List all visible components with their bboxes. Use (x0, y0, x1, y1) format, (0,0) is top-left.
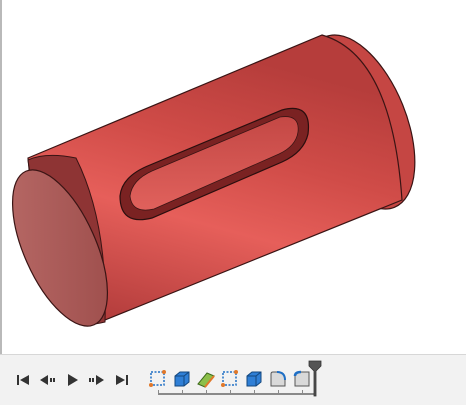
timeline-tick (302, 390, 303, 395)
cylinder-model[interactable] (0, 0, 466, 354)
skip-start-icon[interactable] (13, 370, 33, 390)
extrude-icon[interactable] (171, 368, 193, 390)
timeline-tick (278, 390, 279, 395)
viewport-border (0, 0, 2, 354)
timeline-tick (158, 390, 159, 395)
sketch-icon[interactable] (147, 368, 169, 390)
skip-end-icon[interactable] (112, 370, 132, 390)
play-icon[interactable] (62, 370, 82, 390)
timeline-tick (206, 390, 207, 395)
timeline-tick (182, 390, 183, 395)
timeline-tick (230, 390, 231, 395)
extrude-icon[interactable] (243, 368, 265, 390)
chamfer-icon[interactable] (195, 368, 217, 390)
fillet-icon[interactable] (267, 368, 289, 390)
step-back-icon[interactable] (37, 370, 57, 390)
sketch-icon[interactable] (219, 368, 241, 390)
timeline-bar (0, 354, 466, 405)
step-forward-icon[interactable] (87, 370, 107, 390)
timeline-tick (254, 390, 255, 395)
timeline-marker[interactable] (307, 360, 323, 398)
3d-viewport[interactable] (0, 0, 466, 354)
